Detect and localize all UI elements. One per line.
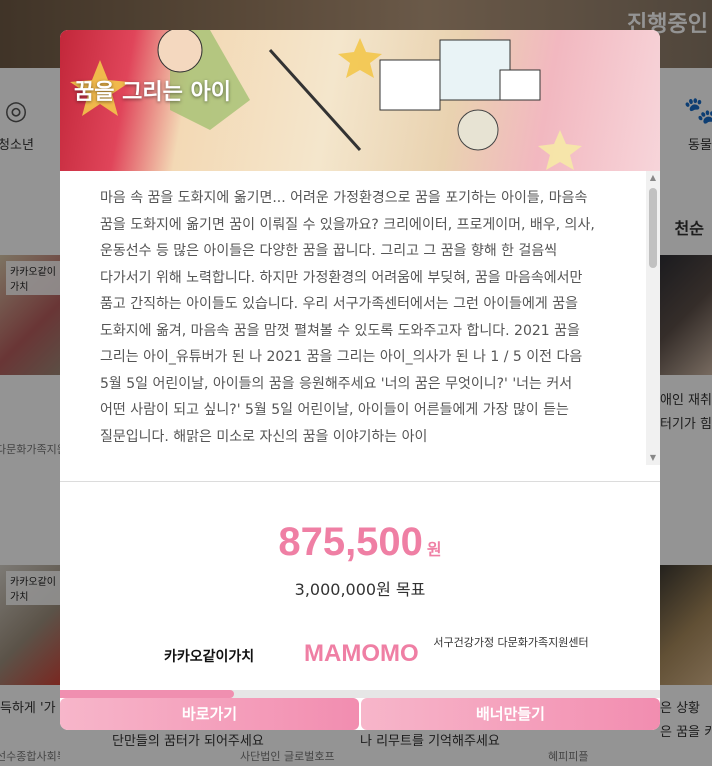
make-banner-button[interactable]: 배너만들기 (361, 698, 660, 730)
mamomo-logo: MAMOMO (304, 640, 419, 667)
description-scroll-area[interactable]: 마음 속 꿈을 도화지에 옮기면... 어려운 가정환경으로 꿈을 포기하는 아… (60, 171, 660, 465)
campaign-modal: 꿈을 그리는 아이 마음 속 꿈을 도화지에 옮기면... 어려운 가정환경으로… (60, 30, 660, 730)
partner-logos: 카카오같이가치 MAMOMO 서구건강가정 다문화가족지원센터 (60, 632, 660, 672)
modal-title: 꿈을 그리는 아이 (74, 80, 231, 105)
family-center-logo: 서구건강가정 다문화가족지원센터 (433, 636, 589, 649)
goal-amount: 3,000,000원 목표 (294, 580, 426, 599)
funding-progress-bar (60, 690, 660, 698)
kakao-prefix: 카카오 (164, 649, 203, 665)
scroll-up-icon[interactable]: ▲ (646, 171, 660, 185)
raised-amount: 875,500 원 (60, 520, 660, 565)
scrollbar-thumb[interactable] (649, 188, 657, 268)
campaign-banner-image: 꿈을 그리는 아이 (60, 30, 660, 171)
scrollbar[interactable]: ▲ ▼ (646, 171, 660, 465)
raised-amount-value: 875,500 (278, 520, 423, 564)
kakao-together-logo: 카카오같이가치 (164, 646, 254, 666)
go-button[interactable]: 바로가기 (60, 698, 359, 730)
kakao-bold: 같이가치 (202, 649, 255, 665)
divider (60, 481, 660, 482)
funding-progress-fill (60, 690, 234, 698)
campaign-description: 마음 속 꿈을 도화지에 옮기면... 어려운 가정환경으로 꿈을 포기하는 아… (100, 190, 595, 445)
scroll-down-icon[interactable]: ▼ (646, 451, 660, 465)
raised-amount-unit: 원 (426, 540, 442, 559)
